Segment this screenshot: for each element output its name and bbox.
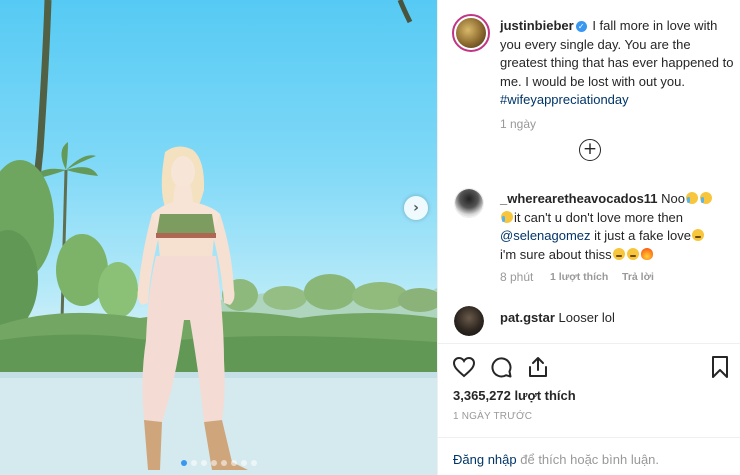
login-prompt: Đăng nhập để thích hoặc bình luận. — [453, 452, 659, 467]
comment-avatar[interactable] — [454, 306, 484, 336]
carousel-dot[interactable] — [210, 460, 217, 466]
carousel-dot[interactable] — [240, 460, 247, 466]
comment-avatar-image — [454, 306, 484, 336]
caption-timestamp[interactable]: 1 ngày — [500, 117, 536, 131]
crying-emoji-icon — [501, 210, 513, 223]
comment-like-count[interactable]: 1 lượt thích — [550, 271, 608, 283]
verified-badge-icon: ✓ — [575, 21, 587, 32]
comment-body: _wherearetheavocados11 Noo it can't u do… — [500, 190, 738, 264]
divider — [438, 343, 740, 344]
post-date[interactable]: 1 NGÀY TRƯỚC — [453, 411, 532, 422]
author-avatar[interactable] — [452, 14, 490, 52]
carousel-dot[interactable] — [250, 460, 257, 466]
comment-icon[interactable] — [489, 355, 513, 379]
post-photo[interactable]: › — [0, 0, 437, 475]
next-photo-button[interactable]: › — [404, 196, 428, 220]
disappointed-emoji-icon — [691, 229, 704, 241]
fire-emoji-icon — [640, 247, 653, 260]
login-suffix: để thích hoặc bình luận. — [520, 452, 660, 467]
post-viewer: › justinbieber ✓ I fall more in love with… — [0, 0, 740, 475]
comment-text-part: i'm sure about thiss — [500, 246, 612, 262]
comment-timestamp[interactable]: 8 phút — [500, 270, 533, 284]
comment-username[interactable]: _wherearetheavocados11 — [500, 191, 658, 206]
crying-emoji-icon — [686, 192, 699, 204]
comment-text-part: it just a fake love — [594, 228, 691, 243]
post-side-panel: justinbieber ✓ I fall more in love with y… — [437, 0, 740, 475]
comment-text-part: it can't u don't love more then — [514, 209, 684, 225]
comment-avatar[interactable] — [454, 188, 484, 218]
author-username[interactable]: justinbieber — [500, 18, 574, 33]
likes-count[interactable]: 3,365,272 lượt thích — [453, 388, 576, 403]
disappointed-emoji-icon — [626, 247, 639, 260]
carousel-dot[interactable] — [200, 460, 207, 466]
comment-body: pat.gstar Looser lol — [500, 309, 738, 328]
carousel-dot[interactable] — [230, 460, 237, 466]
comments-section[interactable]: justinbieber ✓ I fall more in love with y… — [438, 0, 740, 343]
carousel-dots — [0, 460, 437, 466]
comment-text-part: Noo — [661, 191, 686, 206]
disappointed-emoji-icon — [612, 247, 625, 260]
chevron-right-icon: › — [413, 200, 419, 216]
plus-circle-icon: + — [582, 139, 598, 159]
heart-icon[interactable] — [452, 355, 476, 379]
comment-reply-button[interactable]: Trả lời — [622, 271, 654, 283]
crying-emoji-icon — [700, 192, 713, 204]
post-caption: justinbieber ✓ I fall more in love with y… — [500, 17, 734, 110]
carousel-dot[interactable] — [220, 460, 227, 466]
divider — [438, 437, 740, 438]
post-actions-bar — [452, 355, 732, 381]
login-link[interactable]: Đăng nhập — [453, 452, 517, 467]
share-icon[interactable] — [526, 355, 550, 379]
caption-hashtag[interactable]: #wifeyappreciationday — [500, 92, 629, 107]
load-more-comments-button[interactable]: + — [579, 139, 601, 161]
bookmark-icon[interactable] — [708, 355, 732, 379]
carousel-dot[interactable] — [180, 460, 187, 466]
comment-username[interactable]: pat.gstar — [500, 310, 555, 325]
comment-mention[interactable]: @selenagomez — [500, 228, 591, 243]
carousel-dot[interactable] — [190, 460, 197, 466]
photo-illustration — [0, 0, 437, 475]
author-avatar-image — [456, 18, 486, 48]
comment-text-part: Looser lol — [558, 310, 615, 325]
comment-avatar-image — [455, 189, 483, 217]
